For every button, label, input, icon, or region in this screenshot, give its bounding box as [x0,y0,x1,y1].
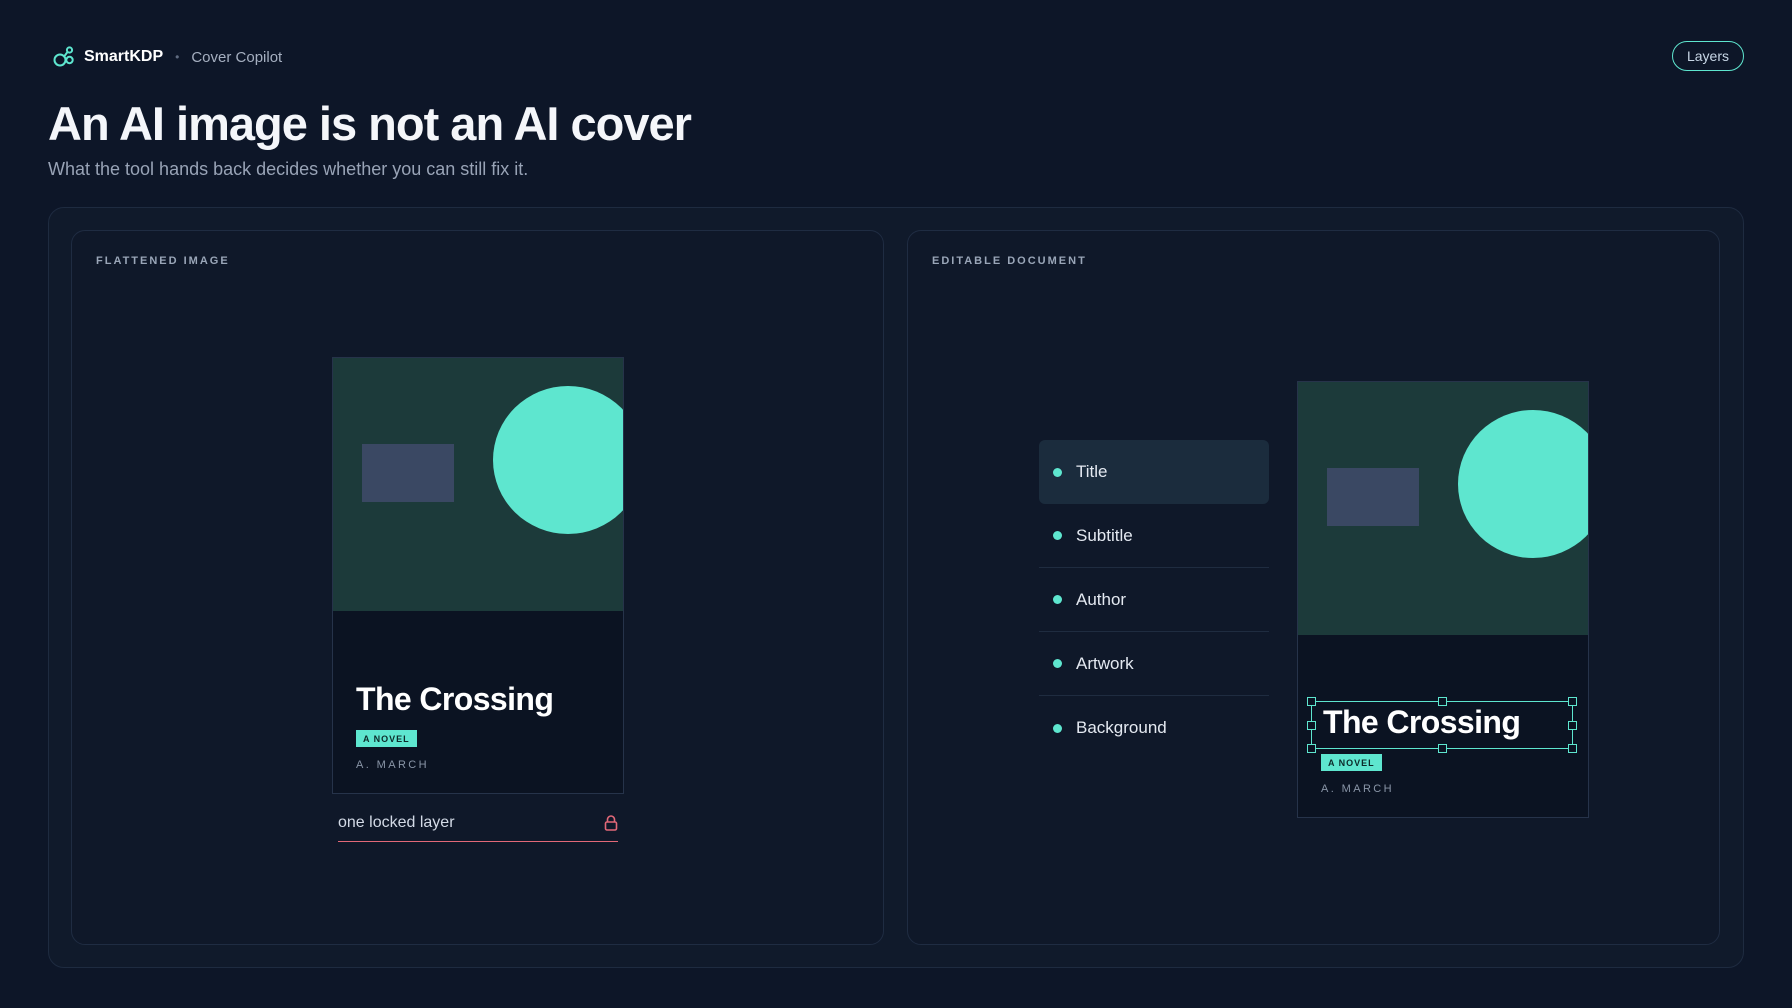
cover-artwork [333,358,623,611]
locked-layer-text: one locked layer [338,813,455,831]
page: SmartKDP • Cover Copilot Layers An AI im… [0,0,1792,1008]
layer-dot-icon [1053,659,1062,668]
layer-dot-icon [1053,531,1062,540]
resize-handle-bottom-right[interactable] [1568,744,1577,753]
layer-label: Author [1076,589,1127,609]
cover-author[interactable]: A. MARCH [1321,783,1394,795]
brand-separator: • [175,50,180,64]
layer-item-background[interactable]: Background [1039,696,1269,760]
layer-item-subtitle[interactable]: Subtitle [1039,504,1269,568]
cover-title: The Crossing [356,681,554,717]
resize-handle-bottom[interactable] [1438,744,1447,753]
flattened-cover: The Crossing A NOVEL A. MARCH [332,357,624,794]
resize-handle-top-left[interactable] [1307,697,1316,706]
editable-cover: The Crossing A NOVEL A. MARCH [1297,381,1589,818]
logo-mark-icon [53,46,74,67]
artwork-circle[interactable] [1458,410,1588,558]
cover-artwork[interactable] [1298,382,1588,635]
panel-label: EDITABLE DOCUMENT [932,255,1087,267]
layer-dot-icon [1053,595,1062,604]
cover-author: A. MARCH [356,759,429,771]
layer-dot-icon [1053,723,1062,733]
page-title: An AI image is not an AI cover [48,97,692,150]
cover-badge[interactable]: A NOVEL [1321,754,1382,771]
artwork-rectangle[interactable] [1327,468,1419,526]
lock-icon [604,814,618,831]
brand-name: SmartKDP [84,48,164,65]
layer-list: Title Subtitle Author Artwork Background [1039,440,1269,760]
page-subtitle: What the tool hands back decides whether… [48,159,529,179]
resize-handle-bottom-left[interactable] [1307,744,1316,753]
layer-dot-icon [1053,467,1062,477]
layers-button[interactable]: Layers [1672,41,1744,71]
layer-label: Artwork [1076,653,1134,673]
resize-handle-top[interactable] [1438,697,1447,706]
brand: SmartKDP • Cover Copilot [52,44,282,70]
layer-item-title[interactable]: Title [1039,440,1269,504]
layer-label: Subtitle [1076,525,1133,545]
layer-item-artwork[interactable]: Artwork [1039,632,1269,696]
product-name: Cover Copilot [191,48,283,66]
artwork-circle [493,386,623,534]
layer-label: Background [1076,718,1167,737]
title-selection-box[interactable] [1307,697,1577,753]
resize-handle-right[interactable] [1568,721,1577,730]
panel-label: FLATTENED IMAGE [96,255,230,267]
layer-item-author[interactable]: Author [1039,568,1269,632]
artwork-rectangle [362,444,454,502]
layer-label: Title [1076,462,1108,481]
resize-handle-top-right[interactable] [1568,697,1577,706]
locked-layer-status: one locked layer [338,804,618,842]
cover-badge: A NOVEL [356,730,417,747]
resize-handle-left[interactable] [1307,721,1316,730]
